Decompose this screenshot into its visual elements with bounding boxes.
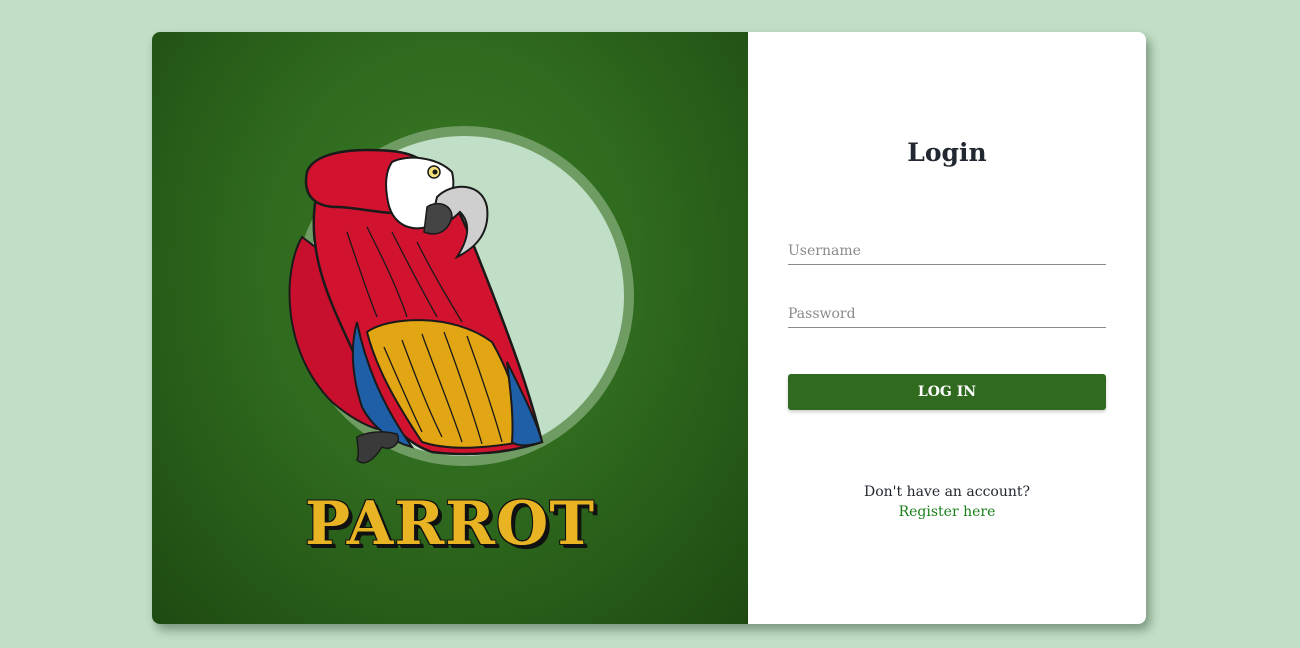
username-input[interactable] [788,237,1106,265]
register-prompt-text: Don't have an account? [863,484,1031,500]
login-button[interactable]: LOG IN [788,374,1106,410]
login-panel: Login LOG IN Don't have an account? Regi… [748,32,1146,624]
register-section: Don't have an account? Register here [748,482,1146,522]
brand-title: PARROT [305,489,595,559]
login-heading: Login [907,138,987,167]
login-card: PARROT Login LOG IN Don't have an accoun… [152,32,1146,624]
register-link[interactable]: Register here [748,502,1146,522]
password-input[interactable] [788,300,1106,328]
brand-panel: PARROT [152,32,748,624]
